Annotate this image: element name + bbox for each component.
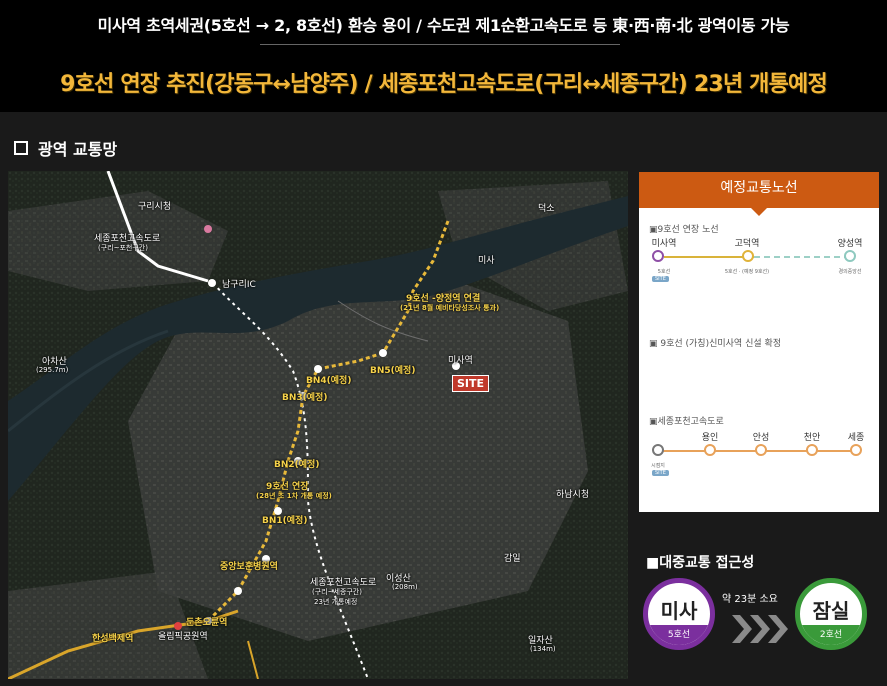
- banner-line-2: 9호선 연장 추진(강동구↔남양주) / 세종포천고속도로(구리↔세종구간) 2…: [60, 72, 828, 97]
- legend-sejong-station-4: 천안: [803, 433, 821, 443]
- legend-line9-new: ▣ 9호선 (가칭)신미사역 신설 확정: [639, 332, 879, 352]
- label-guri: 구리시청: [138, 202, 172, 212]
- label-namguri-ic: 남구리IC: [222, 280, 256, 290]
- legend-line9-title: ▣9호선 연장 노선: [649, 225, 719, 235]
- legend-sejong-node-3: [755, 444, 767, 456]
- legend-header: 예정교통노선: [639, 172, 879, 216]
- label-hansung-station: 한성백제역: [92, 634, 134, 644]
- legend-sejong-station-2: 용인: [701, 433, 719, 443]
- label-bn5: BN5(예정): [370, 366, 416, 376]
- banner-line-1: 미사역 초역세권(5호선 → 2, 8호선) 환승 용이 / 수도권 제1순환고…: [97, 16, 790, 35]
- legend-panel: 예정교통노선 ▣9호선 연장 노선 미사역 고덕역 양성역 5호선 5호선 · …: [639, 172, 879, 512]
- chevron-arrows-icon: [732, 615, 788, 643]
- label-bn2: BN2(예정): [274, 460, 320, 470]
- legend-line9-station-3-sub: 경의중앙선: [838, 269, 862, 275]
- label-highway-left-sub: (구리~포천구간): [98, 244, 148, 252]
- transit-from-line: 5호선: [648, 625, 710, 645]
- legend-line9-node-2: [742, 250, 754, 262]
- banner-divider: [260, 44, 620, 45]
- label-misa-area: 미사: [478, 256, 495, 266]
- legend-sejong-node-5: [850, 444, 862, 456]
- transit-to-line: 2호선: [800, 625, 862, 645]
- legend-sejong-node-1: [652, 444, 664, 456]
- label-bn1: BN1(예정): [262, 516, 308, 526]
- legend-sejong-site-chip: SITE: [652, 470, 669, 476]
- label-misa-station: 미사역: [448, 356, 473, 366]
- legend-line9-station-1-sub: 5호선: [657, 269, 671, 275]
- transit-to-name: 잠실: [812, 599, 850, 623]
- label-hanam: 하남시청: [556, 490, 590, 500]
- top-banner: 미사역 초역세권(5호선 → 2, 8호선) 환승 용이 / 수도권 제1순환고…: [0, 0, 887, 112]
- legend-line9-station-2: 고덕역: [734, 239, 760, 249]
- label-icheon-sub: (208m): [392, 583, 418, 591]
- legend-line9-site-chip: SITE: [652, 276, 669, 282]
- label-deokso: 덕소: [538, 204, 555, 214]
- transit-from-name: 미사: [660, 599, 698, 623]
- legend-line9-station-2-sub: 5호선 · (예정 9호선): [724, 269, 770, 275]
- label-highway-right-sub: (구리~세종구간): [312, 588, 362, 596]
- legend-line9-node-3: [844, 250, 856, 262]
- section-title-text: 광역 교통망: [38, 140, 118, 159]
- label-gamil: 감일: [504, 554, 521, 564]
- label-ilja-sub: (134m): [530, 645, 556, 653]
- legend-sejong-station-5: 세종: [847, 433, 865, 443]
- transit-from-circle: 미사 5호선: [643, 578, 715, 650]
- label-highway-right-sub2: 23년 개통예정: [314, 598, 358, 606]
- site-marker: SITE: [452, 375, 490, 392]
- legend-line9-node-1: [652, 250, 664, 262]
- label-dunchon-station: 둔촌오륜역: [186, 618, 228, 628]
- legend-line9-new-title: ▣ 9호선 (가칭)신미사역 신설 확정: [649, 339, 782, 349]
- label-line9-connect-sub: (21년 8월 예비타당성조사 통과): [400, 304, 500, 312]
- transit-travel-time: 약 23분 소요: [722, 594, 778, 605]
- legend-line9-solid: [664, 256, 754, 258]
- legend-sejong-station-3: 안성: [752, 433, 770, 443]
- legend-sejong: ▣세종포천고속도로 용인 안성 천안 세종 시점지 SITE: [639, 410, 879, 490]
- label-achasan-sub: (295.7m): [36, 366, 69, 374]
- transit-to-circle: 잠실 2호선: [795, 578, 867, 650]
- label-line9-ext-sub: (28년 초 1차 개통 예정): [256, 492, 332, 500]
- legend-sejong-node-2: [704, 444, 716, 456]
- label-jungang-station: 중앙보훈병원역: [220, 562, 278, 572]
- label-olympic-station: 올림픽공원역: [158, 632, 208, 642]
- section-title: 광역 교통망: [14, 136, 117, 160]
- legend-line9-dashed: [754, 256, 850, 258]
- legend-line9: ▣9호선 연장 노선 미사역 고덕역 양성역 5호선 5호선 · (예정 9호선…: [639, 216, 879, 296]
- legend-line9-station-3: 양성역: [837, 239, 863, 249]
- transit-title: ■대중교통 접근성: [646, 555, 755, 571]
- aerial-map: 세종포천고속도로 (구리~포천구간) 남구리IC 구리시청 아차산 (295.7…: [8, 171, 628, 679]
- legend-sejong-station-1-sub: 시점지: [651, 463, 665, 469]
- square-bullet-icon: [14, 141, 28, 155]
- label-bn4: BN4(예정): [306, 376, 352, 386]
- label-bn3: BN3(예정): [282, 393, 328, 403]
- legend-sejong-title: ▣세종포천고속도로: [649, 417, 724, 427]
- legend-sejong-node-4: [806, 444, 818, 456]
- legend-line9-station-1: 미사역: [651, 239, 677, 249]
